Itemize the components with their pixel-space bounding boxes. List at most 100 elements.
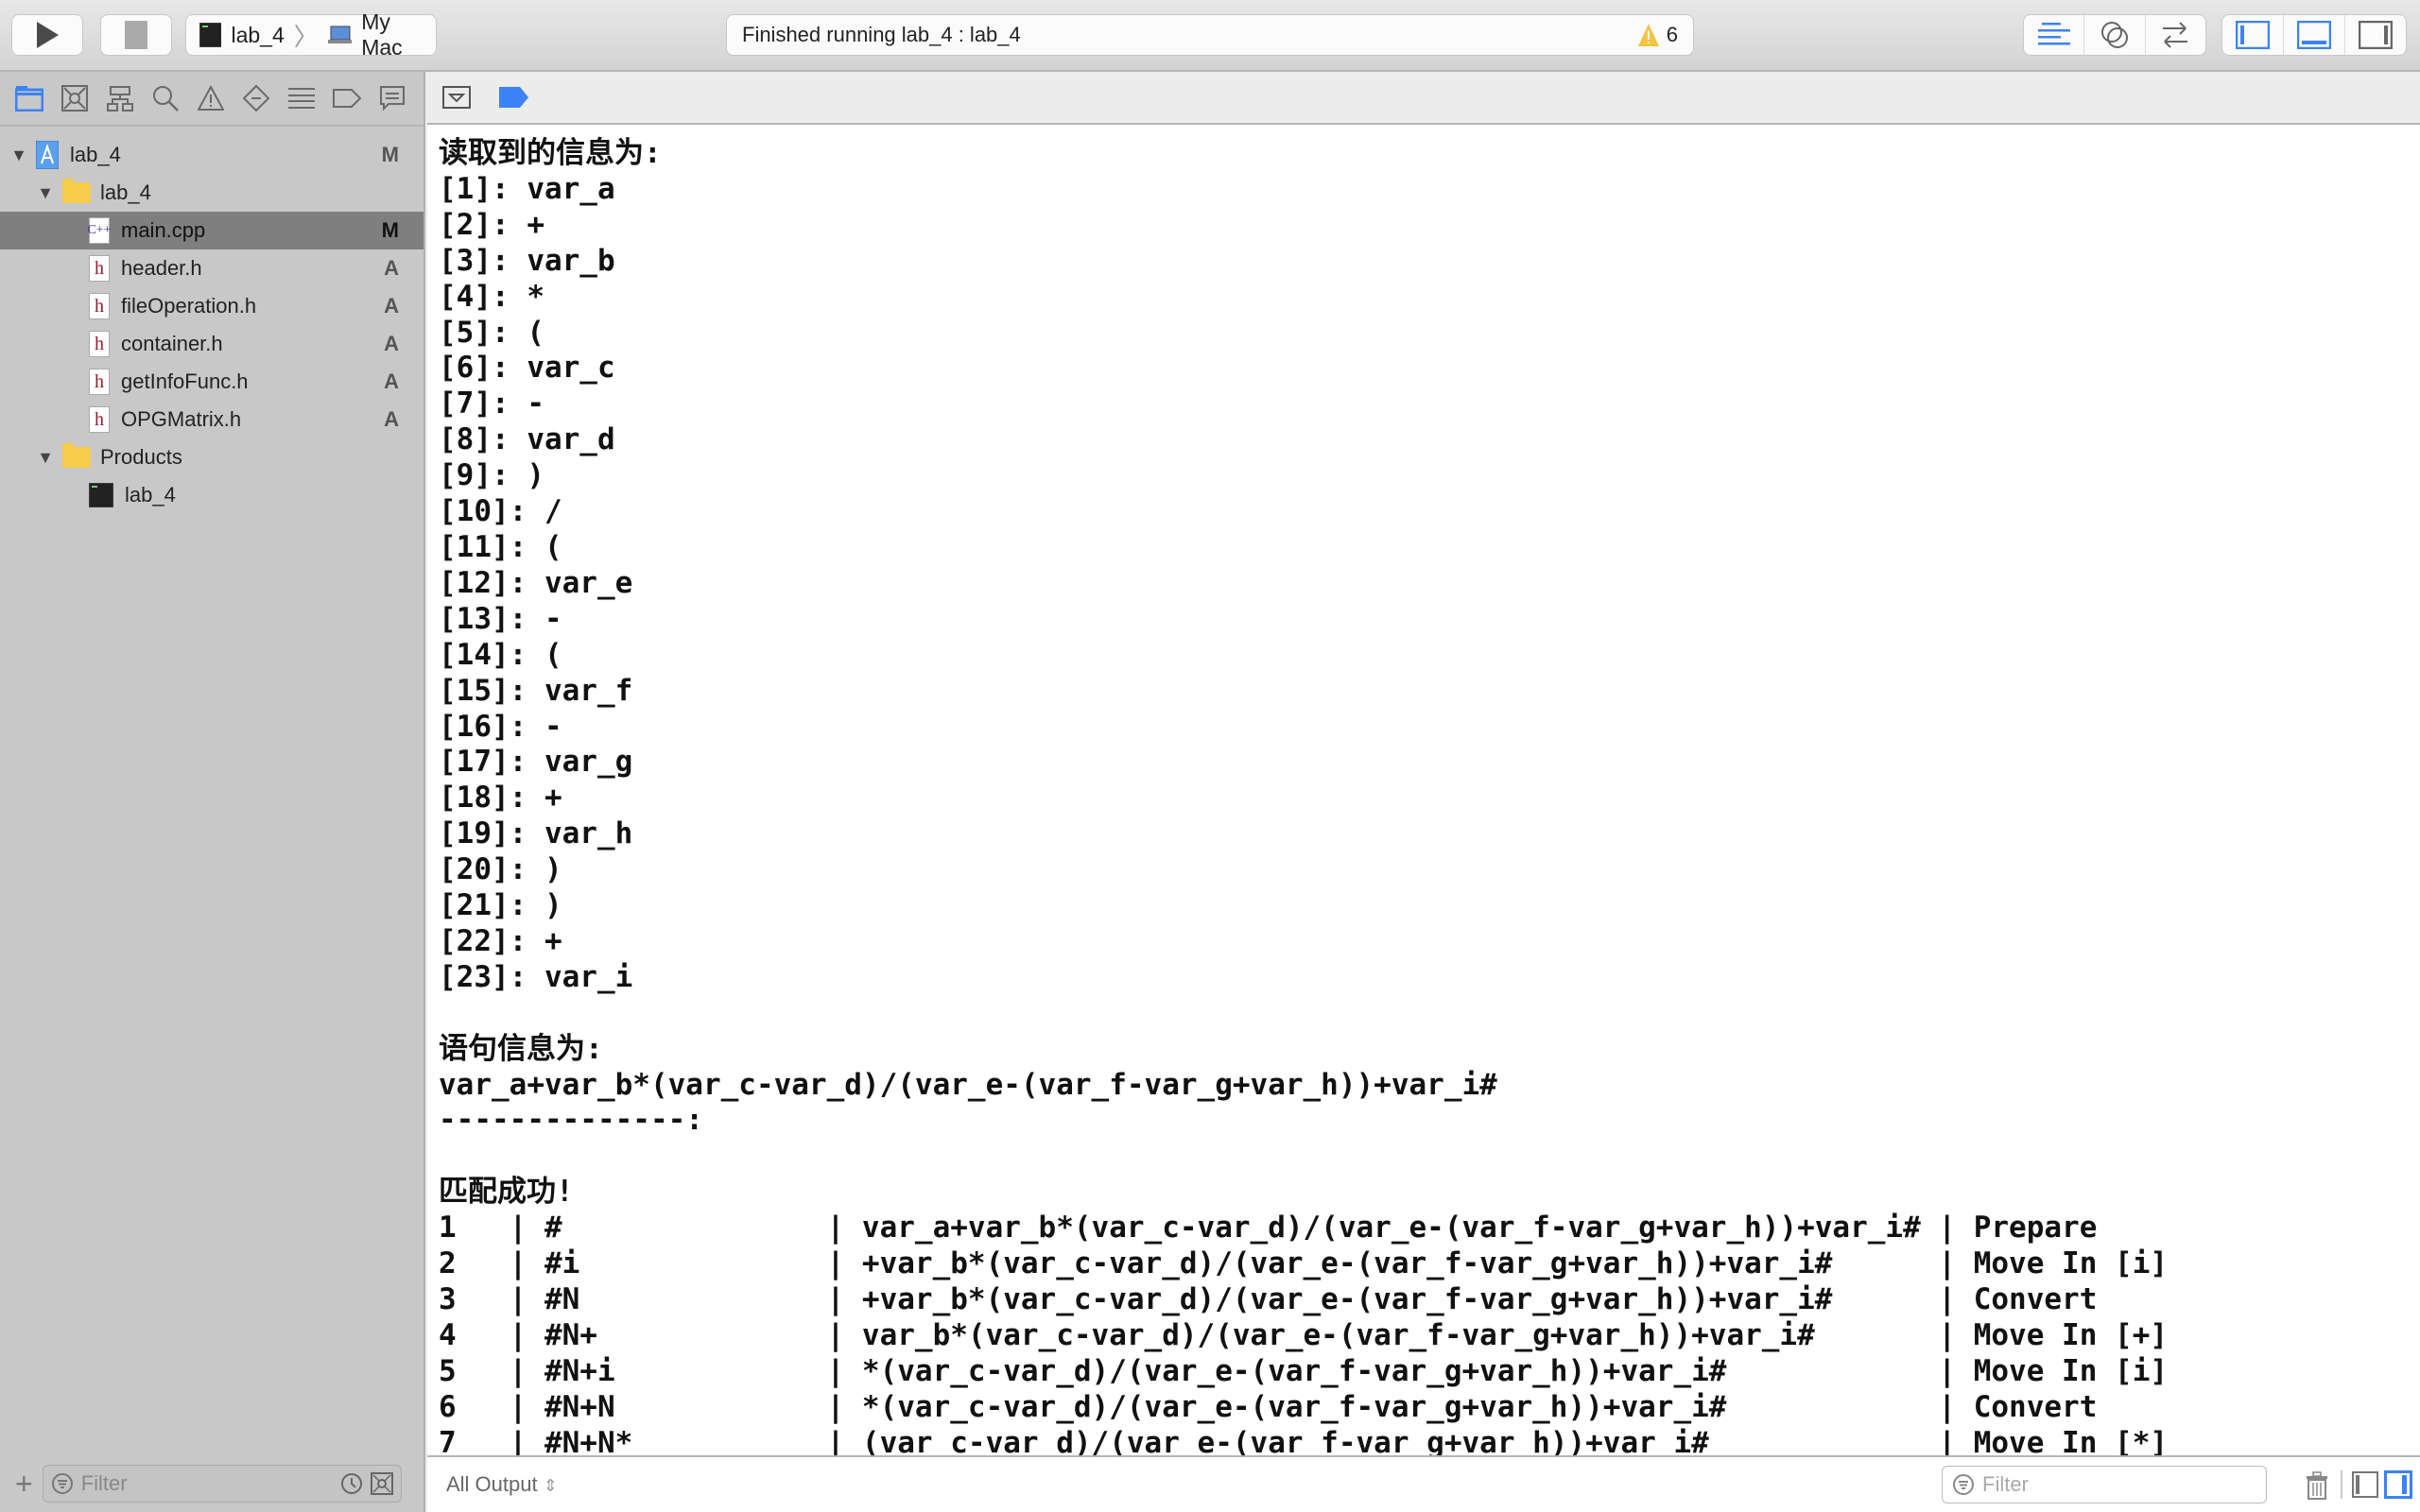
project-tree: ▼ lab_4 M ▼ lab_4 C++ main.cpp M h heade… (0, 127, 424, 514)
output-selector-label: All Output (446, 1472, 538, 1496)
navigator-filter-input[interactable]: Filter (42, 1465, 402, 1503)
tree-item-project[interactable]: ▼ lab_4 M (0, 136, 424, 174)
show-console-view-icon[interactable] (2384, 1470, 2412, 1499)
status-badge: A (384, 369, 399, 393)
navigator-filter-bar: + Filter (0, 1455, 424, 1512)
disclosure-triangle-icon[interactable]: ▼ (36, 448, 55, 468)
find-navigator-icon[interactable] (149, 82, 182, 114)
hide-debug-area-icon[interactable] (442, 86, 471, 109)
tree-item-label: OPGMatrix.h (121, 407, 242, 431)
recent-files-icon[interactable] (340, 1472, 363, 1495)
tree-item-file[interactable]: C++ main.cpp M (0, 212, 424, 249)
divider (2341, 1470, 2342, 1499)
version-editor-button[interactable] (2146, 15, 2205, 55)
chevron-right-icon: 〉 (293, 22, 319, 51)
terminal-icon (199, 23, 222, 47)
toggle-inspector-button[interactable] (2345, 15, 2406, 55)
stop-button[interactable] (100, 14, 172, 56)
filter-icon (1953, 1474, 1974, 1495)
source-control-icon[interactable] (59, 82, 91, 114)
debug-bar (427, 72, 2420, 125)
activity-status: Finished running lab_4 : lab_4 6 (726, 14, 1694, 56)
overlapping-circles-icon (2100, 22, 2128, 48)
header-file-icon: h (89, 255, 110, 282)
run-button[interactable] (11, 14, 83, 56)
status-badge: A (384, 332, 399, 355)
source-control-filter-icon[interactable] (370, 1472, 393, 1495)
warning-indicator[interactable]: 6 (1637, 23, 1678, 47)
tree-item-executable[interactable]: lab_4 (0, 476, 424, 514)
lines-icon (2037, 23, 2070, 45)
disclosure-triangle-icon[interactable]: ▼ (9, 146, 28, 165)
bottom-panel-icon (2297, 21, 2331, 49)
header-file-icon: h (89, 331, 110, 357)
symbol-navigator-icon[interactable] (104, 82, 136, 114)
toolbar: lab_4 〉 My Mac Finished running lab_4 : … (0, 0, 2420, 72)
tree-item-label: lab_4 (125, 483, 176, 507)
tree-item-file[interactable]: h fileOperation.h A (0, 287, 424, 325)
tree-item-label: getInfoFunc.h (121, 369, 249, 393)
warning-icon (1637, 24, 1659, 46)
status-badge: A (384, 256, 399, 280)
arrows-exchange-icon (2163, 22, 2188, 48)
project-navigator-icon[interactable] (13, 82, 45, 114)
test-navigator-icon[interactable] (240, 82, 272, 114)
xcode-project-icon (36, 141, 59, 169)
tree-item-file[interactable]: h getInfoFunc.h A (0, 363, 424, 401)
report-navigator-icon[interactable] (376, 82, 408, 114)
tree-item-label: lab_4 (100, 180, 151, 204)
left-panel-icon (2236, 21, 2270, 49)
filter-icon (51, 1473, 73, 1494)
stop-icon (125, 21, 147, 49)
panel-toggle-control (2221, 14, 2407, 56)
tree-item-label: fileOperation.h (121, 294, 257, 318)
tree-item-label: container.h (121, 332, 223, 355)
breakpoint-navigator-icon[interactable] (331, 82, 363, 114)
scheme-target: lab_4 (231, 22, 285, 47)
scheme-device: My Mac (361, 9, 403, 60)
console-filter-input[interactable]: Filter (1942, 1466, 2267, 1503)
issue-navigator-icon[interactable] (195, 82, 227, 114)
disclosure-triangle-icon[interactable]: ▼ (36, 183, 55, 203)
play-icon (37, 22, 59, 48)
output-selector[interactable]: All Output ⇕ (446, 1472, 558, 1497)
tree-item-file[interactable]: h OPGMatrix.h A (0, 401, 424, 438)
assistant-editor-button[interactable] (2084, 15, 2146, 55)
tree-item-label: Products (100, 445, 182, 469)
header-file-icon: h (89, 293, 110, 319)
debug-navigator-icon[interactable] (285, 82, 318, 114)
tree-item-label: header.h (121, 256, 202, 280)
tree-item-file[interactable]: h container.h A (0, 325, 424, 363)
filter-placeholder: Filter (80, 1471, 128, 1495)
warning-count: 6 (1666, 23, 1678, 46)
terminal-icon (89, 483, 113, 507)
console-text: 读取到的信息为: [1]: var_a [2]: + [3]: var_b [4… (439, 136, 2169, 1455)
right-panel-icon (2359, 21, 2393, 49)
toggle-navigator-button[interactable] (2222, 15, 2284, 55)
scheme-selector[interactable]: lab_4 〉 My Mac (185, 9, 437, 60)
tree-item-folder[interactable]: ▼ lab_4 (0, 174, 424, 212)
navigator-tabs (0, 72, 424, 127)
trash-icon[interactable] (2305, 1471, 2329, 1500)
add-icon[interactable]: + (15, 1467, 33, 1502)
folder-icon (62, 179, 91, 203)
products-folder-icon (62, 443, 91, 468)
console-output[interactable]: 读取到的信息为: [1]: var_a [2]: + [3]: var_b [4… (427, 125, 2420, 1455)
tree-item-label: lab_4 (70, 143, 121, 166)
breakpoints-toggle-icon[interactable] (499, 87, 529, 108)
header-file-icon: h (89, 369, 110, 395)
status-badge: M (381, 218, 399, 242)
tree-item-folder[interactable]: ▼ Products (0, 438, 424, 476)
show-variables-view-icon[interactable] (2352, 1471, 2378, 1498)
header-file-icon: h (89, 406, 110, 433)
tree-item-file[interactable]: h header.h A (0, 249, 424, 287)
standard-editor-button[interactable] (2024, 15, 2085, 55)
toggle-debug-area-button[interactable] (2284, 15, 2345, 55)
editor-mode-control (2023, 14, 2206, 56)
status-badge: A (384, 407, 399, 431)
navigator-sidebar: ▼ lab_4 M ▼ lab_4 C++ main.cpp M h heade… (0, 72, 425, 1512)
laptop-icon (327, 26, 353, 43)
status-text: Finished running lab_4 : lab_4 (742, 23, 1021, 46)
status-badge: A (384, 294, 399, 318)
status-badge: M (381, 143, 399, 166)
